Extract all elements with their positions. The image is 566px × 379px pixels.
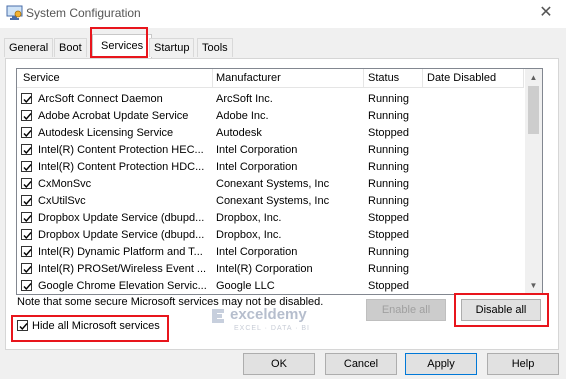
service-name: CxMonSvc [38,178,92,190]
service-name: Intel(R) Dynamic Platform and T... [38,246,203,258]
service-status: Stopped [368,229,409,241]
service-manufacturer: Dropbox, Inc. [216,212,282,224]
service-checkbox[interactable] [21,212,32,223]
service-checkbox[interactable] [21,161,32,172]
service-checkbox[interactable] [21,110,32,121]
column-header-service[interactable]: Service [23,72,60,84]
service-status: Running [368,195,409,207]
column-header-status[interactable]: Status [368,72,399,84]
hide-microsoft-services-highlight [11,315,169,342]
system-config-icon [6,5,24,21]
table-row[interactable]: Intel(R) PROSet/Wireless Event ... Intel(… [17,261,524,278]
table-row[interactable]: Autodesk Licensing Service Autodesk Stoppe… [17,125,524,142]
disable-all-highlight [454,293,549,327]
apply-button[interactable]: Apply [405,353,477,375]
service-name: Google Chrome Elevation Servic... [38,280,207,292]
services-tab-highlight [90,27,148,58]
service-name: Adobe Acrobat Update Service [38,110,189,122]
service-status: Running [368,161,409,173]
help-button[interactable]: Help [487,353,559,375]
exceldemy-logo-icon [212,309,224,323]
table-row[interactable]: Intel(R) Content Protection HEC... Intel … [17,142,524,159]
service-manufacturer: Intel Corporation [216,161,298,173]
table-row[interactable]: Dropbox Update Service (dbupd... Dropbox,… [17,210,524,227]
cancel-button[interactable]: Cancel [325,353,397,375]
service-checkbox[interactable] [21,127,32,138]
service-manufacturer: Dropbox, Inc. [216,229,282,241]
service-name: Dropbox Update Service (dbupd... [38,229,205,241]
service-name: Intel(R) Content Protection HDC... [38,161,205,173]
service-checkbox[interactable] [21,195,32,206]
exceldemy-watermark: exceldemy EXCEL · DATA · BI [208,306,358,342]
service-manufacturer: Intel Corporation [216,246,298,258]
service-name: Intel(R) Content Protection HEC... [38,144,204,156]
column-header-date-disabled[interactable]: Date Disabled [427,72,496,84]
service-name: Dropbox Update Service (dbupd... [38,212,205,224]
service-status: Running [368,110,409,122]
service-status: Stopped [368,212,409,224]
service-checkbox[interactable] [21,263,32,274]
service-name: Intel(R) PROSet/Wireless Event ... [38,263,207,275]
tab-tools[interactable]: Tools [197,38,233,57]
tab-startup[interactable]: Startup [149,38,195,57]
table-row[interactable]: Dropbox Update Service (dbupd... Dropbox,… [17,227,524,244]
table-row[interactable]: CxMonSvc Conexant Systems, Inc Running [17,176,524,193]
service-status: Running [368,263,409,275]
service-checkbox[interactable] [21,178,32,189]
service-name: CxUtilSvc [38,195,86,207]
service-manufacturer: Intel(R) Corporation [216,263,313,275]
table-row[interactable]: ArcSoft Connect Daemon ArcSoft Inc. Runnin… [17,91,524,108]
scrollbar-thumb[interactable] [528,86,539,134]
service-checkbox[interactable] [21,246,32,257]
table-row[interactable]: Adobe Acrobat Update Service Adobe Inc. Ru… [17,108,524,125]
service-checkbox[interactable] [21,280,32,291]
table-row[interactable]: Google Chrome Elevation Servic... Google … [17,278,524,294]
table-row[interactable]: CxUtilSvc Conexant Systems, Inc Running [17,193,524,210]
service-manufacturer: Autodesk [216,127,262,139]
scroll-up-arrow-icon[interactable]: ▲ [525,69,542,86]
service-status: Running [368,144,409,156]
close-button[interactable]: ✕ [534,3,558,23]
service-checkbox[interactable] [21,93,32,104]
service-checkbox[interactable] [21,144,32,155]
service-status: Stopped [368,127,409,139]
service-status: Running [368,178,409,190]
list-header: Service Manufacturer Status Date Disable… [17,69,524,88]
service-manufacturer: Conexant Systems, Inc [216,178,330,190]
service-manufacturer: Conexant Systems, Inc [216,195,330,207]
enable-all-button[interactable]: Enable all [366,299,446,321]
tab-boot[interactable]: Boot [54,38,87,57]
services-list[interactable]: Service Manufacturer Status Date Disable… [16,68,543,295]
title-bar: System Configuration ✕ [0,0,566,28]
column-header-manufacturer[interactable]: Manufacturer [216,72,281,84]
service-manufacturer: Intel Corporation [216,144,298,156]
scroll-down-arrow-icon[interactable]: ▼ [525,277,542,294]
service-checkbox[interactable] [21,229,32,240]
table-row[interactable]: Intel(R) Content Protection HDC... Intel … [17,159,524,176]
service-status: Running [368,93,409,105]
service-manufacturer: ArcSoft Inc. [216,93,273,105]
vertical-scrollbar[interactable]: ▲ ▼ [525,69,542,294]
service-status: Stopped [368,280,409,292]
service-name: Autodesk Licensing Service [38,127,174,139]
service-manufacturer: Adobe Inc. [216,110,269,122]
service-status: Running [368,246,409,258]
table-row[interactable]: Intel(R) Dynamic Platform and T... Intel … [17,244,524,261]
watermark-name: exceldemy [230,306,307,323]
window-title: System Configuration [26,6,141,20]
service-manufacturer: Google LLC [216,280,275,292]
tab-general[interactable]: General [4,38,54,57]
service-name: ArcSoft Connect Daemon [38,93,163,105]
ok-button[interactable]: OK [243,353,315,375]
watermark-tagline: EXCEL · DATA · BI [234,325,310,332]
